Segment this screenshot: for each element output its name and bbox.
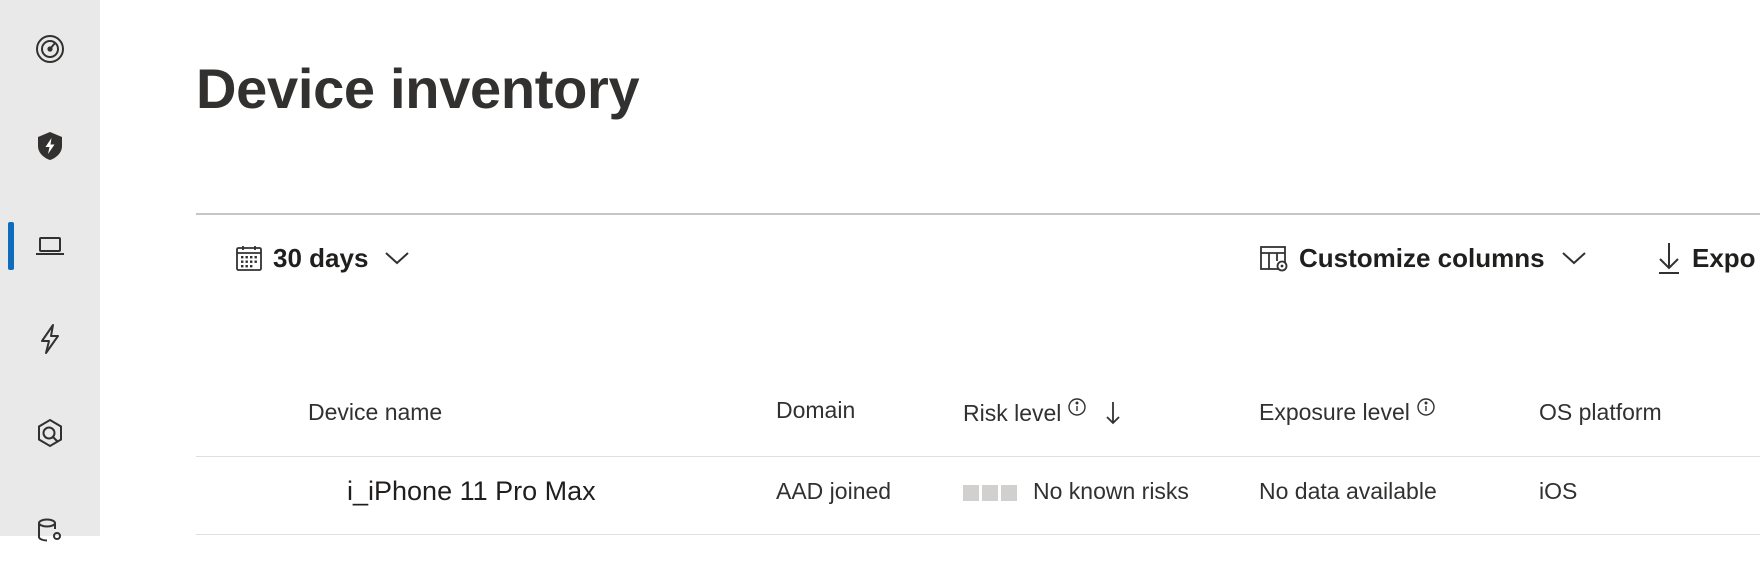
hunting-icon [38,418,62,448]
gauge-icon [36,35,64,63]
nav-item-dashboard[interactable] [0,19,100,79]
export-label: Expo [1692,242,1756,273]
download-icon [1659,243,1679,274]
risk-level-text: No known risks [1033,478,1189,504]
domain-cell: AAD joined [776,478,892,504]
device-name-cell[interactable]: i_iPhone 11 Pro Max [347,476,596,507]
nav-item-hunting[interactable] [0,404,100,464]
risk-level-bars [963,484,1017,501]
shield-bolt-icon [38,132,62,160]
export-button[interactable]: Expo [1656,238,1756,278]
nav-item-alerts[interactable] [0,309,100,369]
table-settings-icon [1260,246,1288,272]
nav-item-data[interactable] [0,502,100,562]
laptop-icon [36,237,64,255]
risk-level-cell: No known risks [963,478,1189,505]
row-divider [196,534,1760,535]
nav-item-devices[interactable] [0,216,100,276]
info-icon[interactable] [1416,397,1436,417]
page-title: Device inventory [196,57,640,120]
customize-columns-label: Customize columns [1299,242,1545,273]
column-header-os-platform[interactable]: OS platform [1539,399,1662,426]
date-range-dropdown[interactable]: 30 days [235,238,410,278]
column-header-device-name[interactable]: Device name [308,399,442,426]
calendar-icon [236,246,262,271]
chevron-down-icon [385,252,410,265]
left-nav-rail [0,0,100,542]
database-user-icon [38,518,61,542]
os-platform-cell: iOS [1539,478,1578,504]
customize-columns-button[interactable]: Customize columns [1259,238,1587,278]
column-header-risk-level[interactable]: Risk level [963,397,1123,427]
sort-descending-icon[interactable] [1103,399,1123,427]
nav-item-incidents[interactable] [0,116,100,176]
chevron-down-icon [1561,252,1586,265]
info-icon[interactable] [1067,397,1087,417]
header-row-divider [196,456,1760,457]
date-range-label: 30 days [273,242,369,273]
toolbar-divider [196,213,1760,215]
lightning-icon [41,324,59,354]
column-header-exposure-level[interactable]: Exposure level [1259,397,1436,426]
column-header-domain[interactable]: Domain [776,397,855,424]
exposure-level-cell: No data available [1259,478,1437,504]
